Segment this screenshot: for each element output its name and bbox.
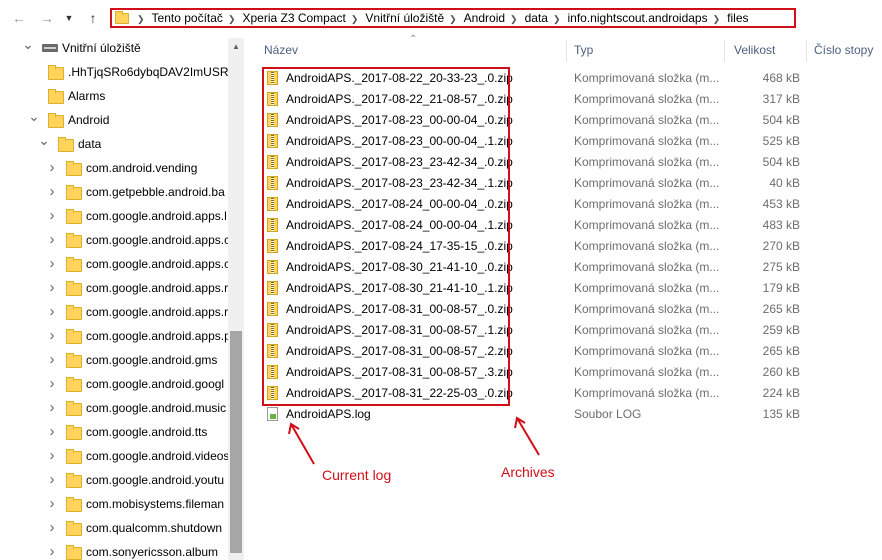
current-log-arrow	[290, 423, 315, 465]
archives-arrow	[516, 417, 540, 456]
annotation-arrows	[288, 416, 540, 465]
archives-annotation: Archives	[501, 464, 555, 480]
current-log-annotation: Current log	[322, 467, 392, 483]
